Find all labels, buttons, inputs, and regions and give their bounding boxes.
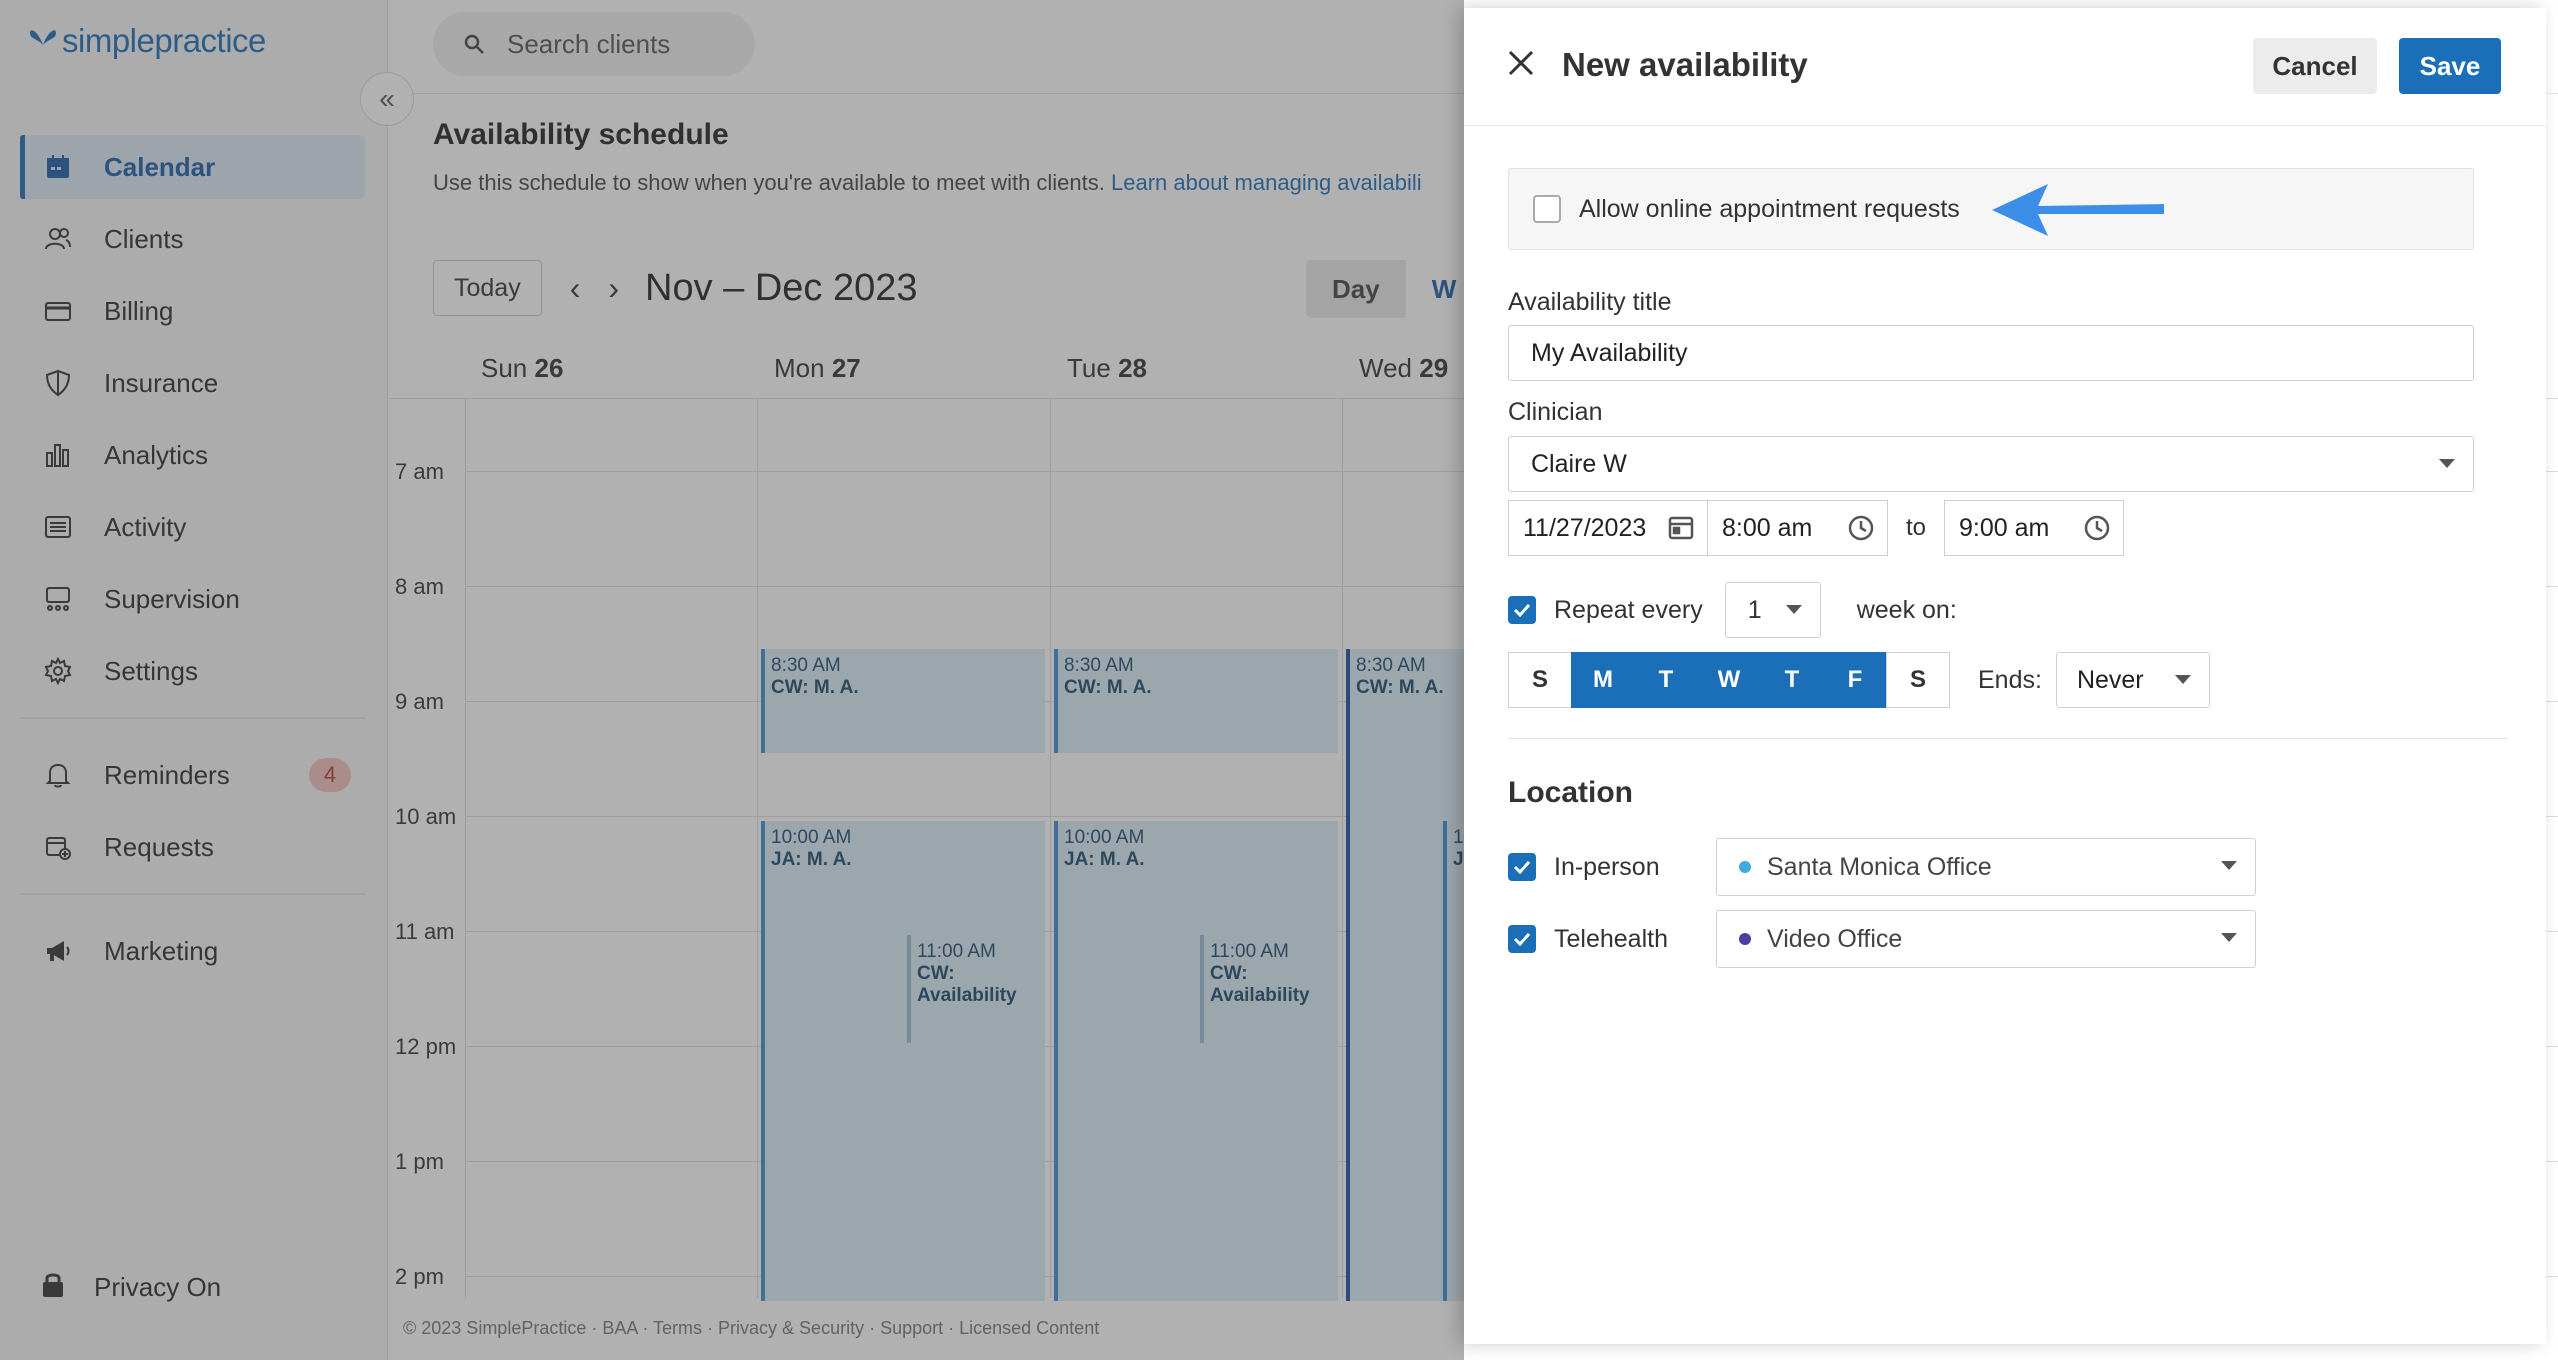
checkmark-icon bbox=[1513, 932, 1531, 946]
clock-icon bbox=[1848, 515, 1874, 541]
section-divider bbox=[1508, 738, 2508, 739]
chevron-down-icon bbox=[2439, 459, 2455, 468]
new-availability-panel: New availability Cancel Save Allow onlin… bbox=[1464, 8, 2546, 1344]
start-time-input[interactable]: 8:00 am bbox=[1708, 500, 1888, 556]
location-dot-icon bbox=[1739, 933, 1751, 945]
close-icon[interactable] bbox=[1504, 46, 1538, 80]
end-time-value: 9:00 am bbox=[1959, 513, 2050, 542]
weekday-mon-toggle[interactable]: M bbox=[1571, 652, 1635, 708]
date-time-row: 11/27/2023 8:00 am to 9:00 am bbox=[1508, 500, 2125, 556]
checkmark-icon bbox=[1513, 860, 1531, 874]
save-button[interactable]: Save bbox=[2399, 38, 2501, 94]
repeat-interval-select[interactable]: 1 bbox=[1724, 582, 1821, 638]
checkmark-icon bbox=[1513, 603, 1531, 617]
end-time-input[interactable]: 9:00 am bbox=[1944, 500, 2125, 556]
clinician-label: Clinician bbox=[1508, 398, 1603, 426]
repeat-label: Repeat every bbox=[1554, 595, 1703, 624]
telehealth-checkbox[interactable] bbox=[1508, 925, 1536, 953]
clock-icon bbox=[2084, 515, 2110, 541]
repeat-row: Repeat every 1 week on: bbox=[1508, 582, 1957, 638]
week-on-label: week on: bbox=[1856, 595, 1957, 624]
to-label: to bbox=[1906, 514, 1927, 541]
start-time-value: 8:00 am bbox=[1722, 513, 1813, 542]
chevron-down-icon bbox=[2174, 675, 2191, 684]
availability-title-label: Availability title bbox=[1508, 288, 1672, 316]
date-value: 11/27/2023 bbox=[1523, 513, 1647, 542]
panel-title: New availability bbox=[1562, 46, 1808, 83]
location-dot-icon bbox=[1739, 861, 1751, 873]
panel-header: New availability Cancel Save bbox=[1464, 8, 2546, 126]
ends-select[interactable]: Never bbox=[2055, 652, 2210, 708]
clinician-value: Claire W bbox=[1531, 449, 1627, 478]
ends-value: Never bbox=[2076, 665, 2144, 694]
repeat-interval-value: 1 bbox=[1747, 595, 1762, 624]
chevron-down-icon bbox=[2221, 933, 2237, 942]
cancel-button[interactable]: Cancel bbox=[2253, 38, 2377, 94]
telehealth-location-value: Video Office bbox=[1767, 924, 1903, 953]
online-requests-checkbox[interactable] bbox=[1533, 195, 1561, 223]
in-person-location-select[interactable]: Santa Monica Office bbox=[1716, 838, 2256, 896]
date-input[interactable]: 11/27/2023 bbox=[1508, 500, 1708, 556]
in-person-label: In-person bbox=[1554, 852, 1660, 881]
calendar-picker-icon[interactable] bbox=[1667, 514, 1695, 542]
chevron-down-icon bbox=[1785, 605, 1802, 614]
location-heading: Location bbox=[1508, 776, 1633, 809]
in-person-row: In-person Santa Monica Office bbox=[1508, 838, 2256, 896]
chevron-down-icon bbox=[2221, 861, 2237, 870]
clinician-select[interactable]: Claire W bbox=[1508, 436, 2474, 492]
weekday-picker: S M T W T F S Ends: Never bbox=[1508, 652, 2210, 708]
telehealth-row: Telehealth Video Office bbox=[1508, 910, 2256, 968]
weekday-thu-toggle[interactable]: T bbox=[1760, 652, 1824, 708]
telehealth-location-select[interactable]: Video Office bbox=[1716, 910, 2256, 968]
weekday-fri-toggle[interactable]: F bbox=[1823, 652, 1887, 708]
online-requests-label: Allow online appointment requests bbox=[1579, 194, 1960, 223]
weekday-wed-toggle[interactable]: W bbox=[1697, 652, 1761, 708]
weekday-sun-toggle[interactable]: S bbox=[1508, 652, 1572, 708]
weekday-tue-toggle[interactable]: T bbox=[1634, 652, 1698, 708]
in-person-location-value: Santa Monica Office bbox=[1767, 852, 1992, 881]
ends-label: Ends: bbox=[1978, 665, 2042, 694]
in-person-checkbox[interactable] bbox=[1508, 853, 1536, 881]
telehealth-label: Telehealth bbox=[1554, 924, 1668, 953]
pointer-arrow-icon bbox=[1992, 184, 2164, 236]
repeat-checkbox[interactable] bbox=[1508, 596, 1536, 624]
availability-title-input[interactable]: My Availability bbox=[1508, 325, 2474, 381]
modal-backdrop[interactable] bbox=[0, 0, 1464, 1360]
weekday-sat-toggle[interactable]: S bbox=[1886, 652, 1950, 708]
